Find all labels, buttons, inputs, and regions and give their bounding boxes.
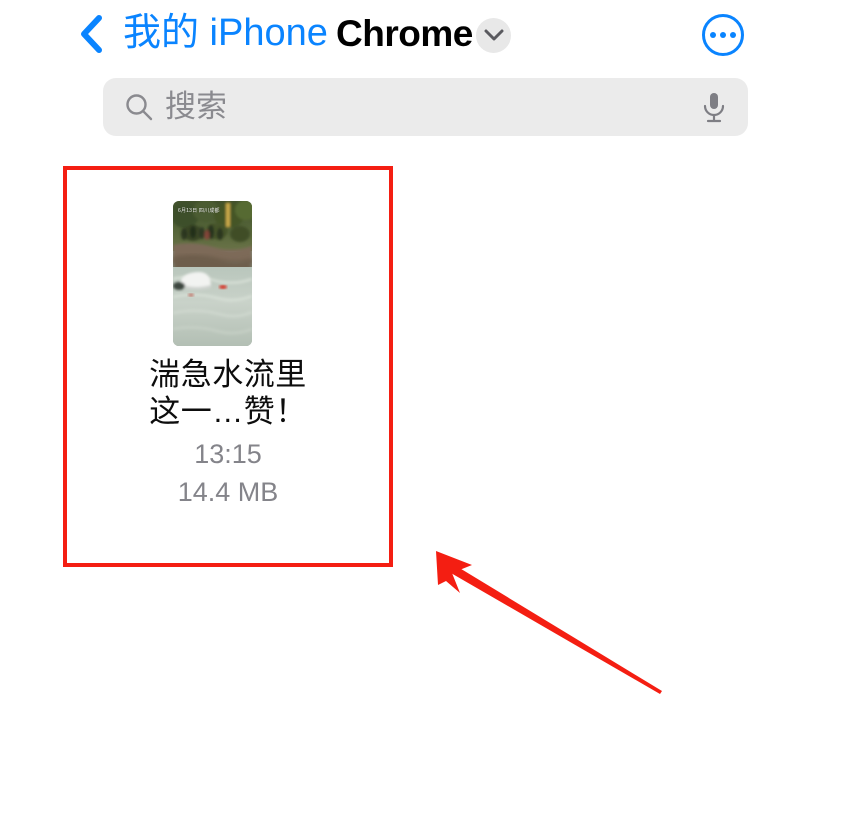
back-button-label[interactable]: 我的 iPhone — [123, 7, 328, 59]
navigation-bar: 我的 iPhone Chrome — [0, 0, 867, 70]
page-title: Chrome — [336, 13, 473, 54]
thumbnail-watermark: 6月13日 四川成都 — [178, 208, 220, 214]
thumbnail-image — [173, 201, 252, 346]
search-input[interactable] — [165, 78, 705, 136]
arrow-annotation — [436, 551, 662, 694]
ellipsis-dot — [710, 32, 716, 38]
location-dropdown-button[interactable] — [476, 18, 511, 53]
ellipsis-dot — [720, 32, 726, 38]
file-time: 13:15 — [194, 439, 262, 469]
file-name-line-1: 湍急水流里 — [149, 357, 307, 392]
file-name: 湍急水流里 这一…赞！ — [78, 356, 378, 430]
chevron-left-icon — [81, 15, 102, 53]
file-name-line-2: 这一…赞！ — [149, 394, 307, 429]
file-item[interactable]: 6月13日 四川成都 湍急水流里 这一…赞！ 13:15 14.4 MB — [63, 166, 393, 567]
ellipsis-dot — [730, 32, 736, 38]
back-button[interactable] — [78, 8, 104, 60]
chevron-down-icon — [484, 29, 503, 41]
file-size: 14.4 MB — [177, 477, 279, 507]
microphone-icon[interactable] — [701, 91, 727, 124]
search-icon — [126, 94, 153, 121]
video-thumbnail[interactable]: 6月13日 四川成都 — [173, 201, 252, 346]
more-options-button[interactable] — [702, 14, 744, 56]
search-bar[interactable] — [103, 78, 748, 136]
file-grid: 6月13日 四川成都 湍急水流里 这一…赞！ 13:15 14.4 MB — [63, 166, 393, 567]
